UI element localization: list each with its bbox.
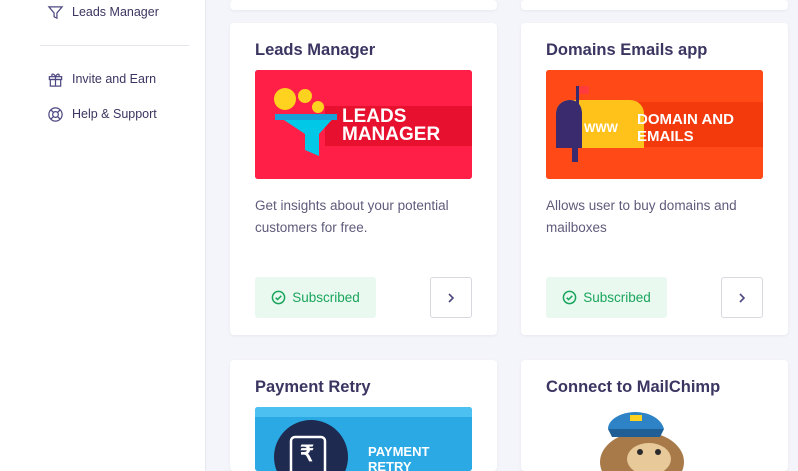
sidebar-item-leads-manager[interactable]: Leads Manager	[46, 2, 159, 22]
card-title: Connect to MailChimp	[546, 378, 721, 396]
app-card-payment-retry: Payment Retry ₹ PAYMENT RETRY	[230, 360, 497, 471]
rupee-icon: ₹	[300, 441, 314, 466]
app-card-domains-emails: Domains Emails app WWW DOMAIN AND EMAILS…	[521, 23, 788, 335]
sidebar-item-invite-and-earn[interactable]: Invite and Earn	[46, 69, 156, 89]
banner-text-line1: PAYMENT	[368, 444, 430, 459]
banner-text-line1: DOMAIN AND	[637, 111, 734, 128]
leads-manager-banner: LEADS MANAGER	[255, 70, 472, 179]
check-circle-icon	[562, 290, 577, 305]
domains-emails-banner: WWW DOMAIN AND EMAILS	[546, 70, 763, 179]
mailchimp-banner	[546, 407, 763, 471]
payment-retry-illustration	[255, 407, 472, 471]
lifebuoy-icon	[46, 105, 64, 123]
sidebar: Leads Manager Invite and Earn Help & Sup…	[0, 0, 206, 471]
chevron-right-icon	[739, 292, 746, 303]
card-description: Get insights about your potential custom…	[255, 198, 449, 235]
subscribed-label: Subscribed	[292, 290, 360, 305]
sidebar-item-label: Help & Support	[72, 107, 157, 121]
banner-text-line2: MANAGER	[342, 124, 441, 145]
subscribed-label: Subscribed	[583, 290, 651, 305]
funnel-icon	[46, 3, 64, 21]
open-app-button[interactable]	[721, 277, 763, 318]
gift-icon	[46, 70, 64, 88]
banner-text-line2: RETRY	[368, 459, 412, 471]
app-card-leads-manager: Leads Manager LEADS MANAGER Get insights…	[230, 23, 497, 335]
subscribed-button[interactable]: Subscribed	[546, 277, 667, 318]
card-previous-left	[230, 0, 497, 10]
subscribed-button[interactable]: Subscribed	[255, 277, 376, 318]
sidebar-item-help-support[interactable]: Help & Support	[46, 104, 157, 124]
card-description: Allows user to buy domains and mailboxes	[546, 198, 737, 235]
card-title: Payment Retry	[255, 378, 371, 396]
app-card-mailchimp: Connect to MailChimp	[521, 360, 788, 471]
sidebar-divider	[40, 45, 189, 46]
chevron-right-icon	[448, 292, 455, 303]
sidebar-item-label: Leads Manager	[72, 5, 159, 19]
open-app-button[interactable]	[430, 277, 472, 318]
payment-retry-banner: ₹ PAYMENT RETRY	[255, 407, 472, 471]
check-circle-icon	[271, 290, 286, 305]
card-previous-right	[521, 0, 788, 10]
card-title: Domains Emails app	[546, 41, 708, 59]
mailchimp-logo-icon	[546, 407, 763, 471]
card-title: Leads Manager	[255, 41, 376, 59]
banner-text-www: WWW	[584, 121, 618, 135]
sidebar-item-label: Invite and Earn	[72, 72, 157, 86]
banner-text-line2: EMAILS	[637, 128, 694, 145]
